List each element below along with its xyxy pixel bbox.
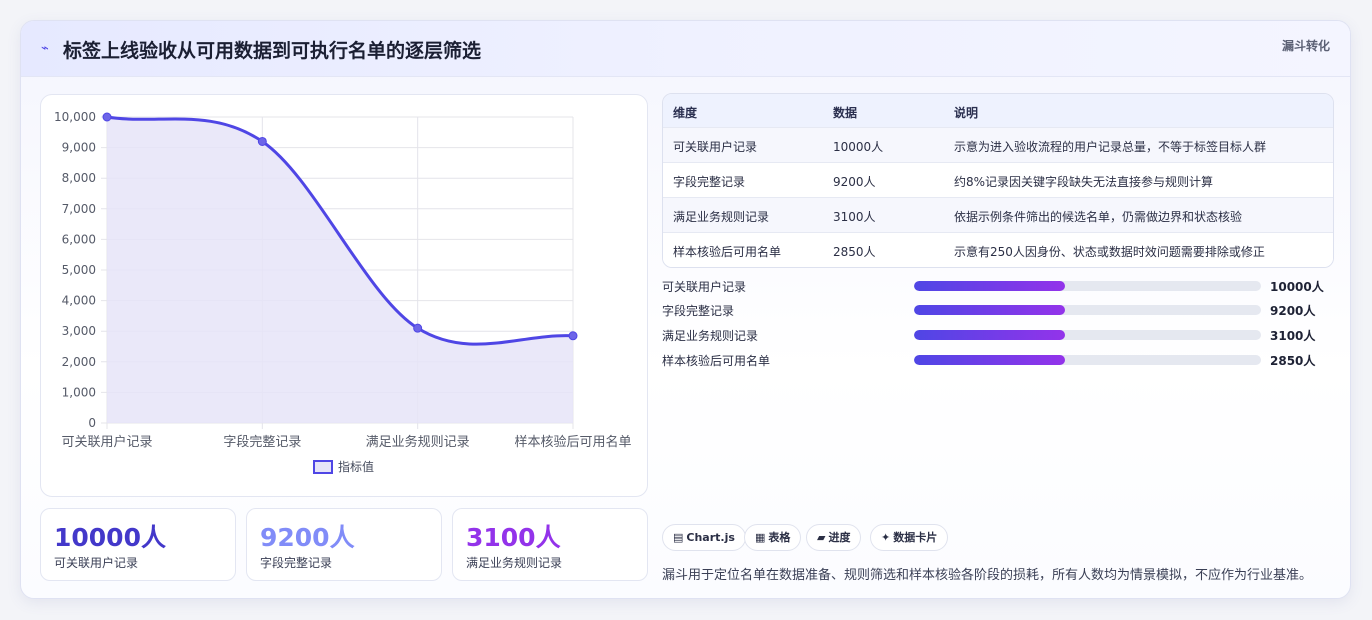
- progress-value: 10000人: [1270, 280, 1324, 294]
- table-icon: ▦: [755, 531, 766, 544]
- stat-card-linked-records: 10000人 可关联用户记录: [40, 508, 236, 581]
- chip-progress[interactable]: ▰ 进度: [806, 524, 862, 551]
- y-tick-label: 9,000: [62, 141, 96, 155]
- progress-value: 9200人: [1270, 304, 1316, 318]
- progress-track: [914, 355, 1261, 365]
- table-header-row: 维度 数据 说明: [663, 94, 1333, 128]
- table-cell: 3100人: [833, 210, 876, 224]
- footnote: 漏斗用于定位名单在数据准备、规则筛选和样本核验各阶段的损耗，所有人数均为情景模拟…: [662, 568, 1313, 583]
- chip-chartjs[interactable]: ▤ Chart.js: [662, 524, 746, 551]
- progress-fill: [914, 281, 1065, 291]
- progress-fill: [914, 330, 1065, 340]
- stat-label: 可关联用户记录: [54, 556, 139, 570]
- chip-label: Chart.js: [686, 531, 735, 544]
- page-title: 标签上线验收从可用数据到可执行名单的逐层筛选: [63, 40, 482, 62]
- table-row: 满足业务规则记录 3100人 依据示例条件筛出的候选名单，仍需做边界和状态核验: [663, 198, 1333, 233]
- table-cell: 满足业务规则记录: [673, 210, 770, 224]
- legend-swatch: [313, 460, 333, 474]
- table-header-cell: 说明: [954, 106, 979, 120]
- y-tick-label: 10,000: [54, 110, 96, 124]
- data-point: [102, 112, 112, 122]
- progress-icon: ▰: [817, 531, 826, 544]
- sparkle-icon: ✦: [881, 531, 891, 544]
- table-cell: 约8%记录因关键字段缺失无法直接参与规则计算: [954, 175, 1214, 189]
- chip-data-card[interactable]: ✦ 数据卡片: [870, 524, 949, 551]
- progress-label: 可关联用户记录: [662, 280, 747, 294]
- chart-svg: 0 1,000 2,000 3,000 4,000 5,000 6,000 7,000 8,00…: [54, 110, 632, 474]
- progress-row: 可关联用户记录 10000人: [662, 276, 1342, 296]
- chart-icon: ▤: [673, 531, 684, 544]
- stat-card-complete-records: 9200人 字段完整记录: [246, 508, 442, 581]
- trend-line-icon: ⌁: [41, 41, 49, 56]
- progress-row: 满足业务规则记录 3100人: [662, 325, 1342, 345]
- stat-value: 10000人: [54, 523, 166, 552]
- progress-fill: [914, 355, 1065, 365]
- y-tick-label: 3,000: [62, 324, 96, 338]
- data-table: 维度 数据 说明 可关联用户记录 10000人 示意为进入验收流程的用户记录总量…: [662, 93, 1334, 268]
- stat-label: 字段完整记录: [260, 556, 333, 570]
- table-cell: 示意为进入验收流程的用户记录总量，不等于标签目标人群: [954, 140, 1267, 154]
- data-point: [413, 323, 423, 333]
- table-cell: 依据示例条件筛出的候选名单，仍需做边界和状态核验: [954, 210, 1243, 224]
- y-tick-label: 4,000: [62, 294, 96, 308]
- table-cell: 可关联用户记录: [673, 140, 758, 154]
- progress-track: [914, 330, 1261, 340]
- chip-label: 数据卡片: [893, 531, 938, 544]
- table-row: 可关联用户记录 10000人 示意为进入验收流程的用户记录总量，不等于标签目标人…: [663, 128, 1333, 163]
- data-point: [568, 331, 578, 341]
- table-cell: 10000人: [833, 140, 884, 154]
- y-tick-label: 0: [88, 416, 96, 430]
- y-tick-label: 7,000: [62, 202, 96, 216]
- progress-track: [914, 305, 1261, 315]
- progress-row: 字段完整记录 9200人: [662, 300, 1342, 320]
- y-tick-label: 8,000: [62, 171, 96, 185]
- card-header: ⌁ 标签上线验收从可用数据到可执行名单的逐层筛选 漏斗转化: [21, 21, 1350, 77]
- table-cell: 样本核验后可用名单: [673, 245, 782, 259]
- dashboard-card: ⌁ 标签上线验收从可用数据到可执行名单的逐层筛选 漏斗转化 0 1,000 2,00…: [20, 20, 1351, 599]
- progress-value: 2850人: [1270, 354, 1316, 368]
- chip-label: 进度: [828, 531, 851, 544]
- stat-label: 满足业务规则记录: [466, 556, 563, 570]
- progress-row: 样本核验后可用名单 2850人: [662, 350, 1342, 370]
- stat-value: 3100人: [466, 523, 561, 552]
- table-header-cell: 维度: [673, 106, 698, 120]
- progress-label: 样本核验后可用名单: [662, 354, 771, 368]
- table-cell: 字段完整记录: [673, 175, 746, 189]
- table-cell: 2850人: [833, 245, 876, 259]
- table-cell: 示意有250人因身份、状态或数据时效问题需要排除或修正: [954, 245, 1265, 259]
- table-header-cell: 数据: [833, 106, 858, 120]
- legend-label: 指标值: [338, 459, 374, 474]
- chip-table[interactable]: ▦ 表格: [744, 524, 802, 551]
- y-tick-label: 2,000: [62, 355, 96, 369]
- funnel-line-chart: 0 1,000 2,000 3,000 4,000 5,000 6,000 7,000 8,00…: [40, 94, 648, 497]
- progress-fill: [914, 305, 1065, 315]
- y-tick-label: 6,000: [62, 232, 96, 246]
- x-tick-label: 可关联用户记录: [61, 434, 152, 450]
- data-point: [257, 136, 267, 146]
- table-cell: 9200人: [833, 175, 876, 189]
- table-row: 字段完整记录 9200人 约8%记录因关键字段缺失无法直接参与规则计算: [663, 163, 1333, 198]
- chart-type-tag: 漏斗转化: [1281, 39, 1330, 53]
- x-tick-label: 满足业务规则记录: [366, 434, 470, 450]
- table-row: 样本核验后可用名单 2850人 示意有250人因身份、状态或数据时效问题需要排除…: [663, 233, 1333, 267]
- progress-label: 满足业务规则记录: [662, 329, 759, 343]
- x-tick-label: 字段完整记录: [223, 435, 301, 450]
- progress-track: [914, 281, 1261, 291]
- progress-label: 字段完整记录: [662, 304, 735, 318]
- chip-label: 表格: [768, 531, 791, 544]
- progress-value: 3100人: [1270, 329, 1316, 343]
- stat-card-rule-records: 3100人 满足业务规则记录: [452, 508, 648, 581]
- x-tick-label: 样本核验后可用名单: [514, 434, 631, 450]
- stat-value: 9200人: [260, 523, 355, 552]
- y-tick-label: 1,000: [62, 385, 96, 399]
- y-tick-label: 5,000: [62, 263, 96, 277]
